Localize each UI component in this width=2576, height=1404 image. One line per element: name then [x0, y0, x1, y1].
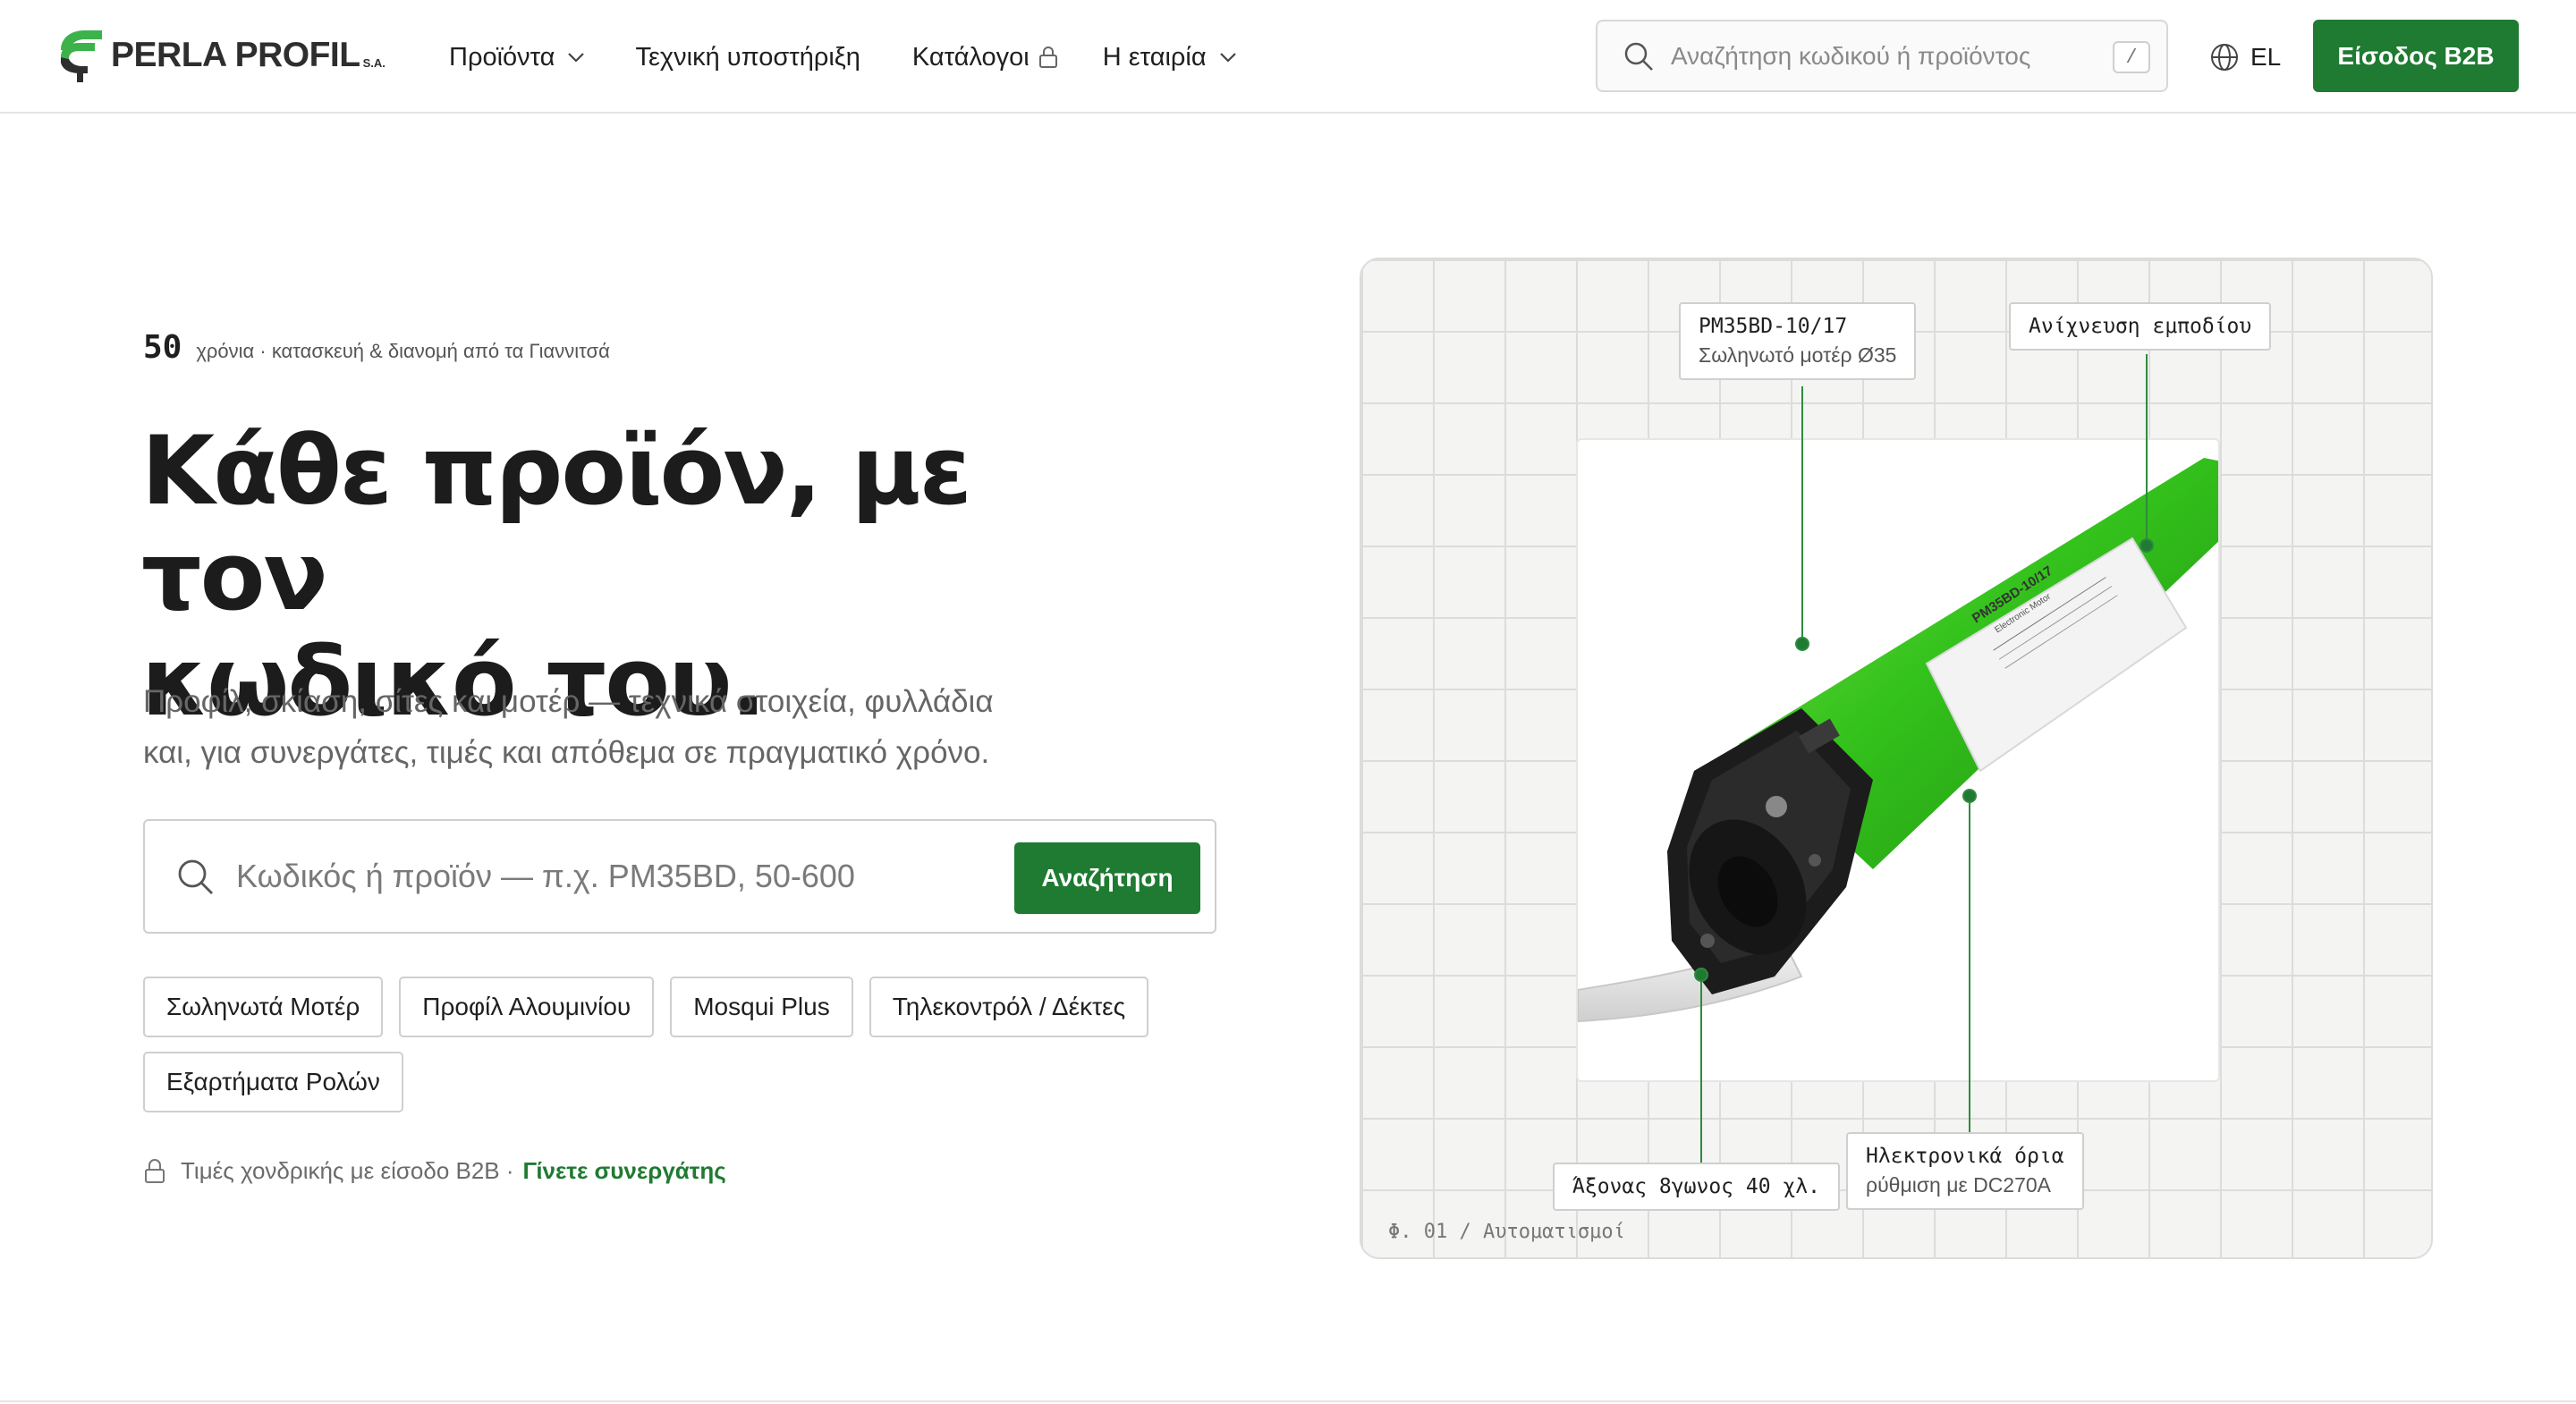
callout-model-title: PM35BD-10/17 [1699, 315, 1848, 338]
b2b-note-text: Τιμές χονδρικής με είσοδο B2B · [181, 1157, 514, 1184]
hero-eyebrow: 50 χρόνια · κατασκευή & διανομή από τα Γ… [143, 329, 610, 366]
main-nav: Προϊόντα Τεχνική υποστήριξη Κατάλογοι Η … [449, 36, 1237, 79]
section-divider [0, 1400, 2576, 1402]
header-search[interactable]: / [1596, 20, 2168, 92]
search-shortcut-key: / [2113, 41, 2150, 73]
globe-icon [2211, 44, 2238, 71]
callout-limits-title: Ηλεκτρονικά όρια [1866, 1145, 2064, 1168]
nav-company-label: Η εταιρία [1102, 42, 1207, 72]
chip-roller-accessories[interactable]: Εξαρτήματα Ρολών [143, 1052, 403, 1112]
category-chips: Σωληνωτά Μοτέρ Προφίλ Αλουμινίου Mosqui … [143, 977, 1234, 1112]
nav-products[interactable]: Προϊόντα [449, 43, 585, 72]
nav-products-label: Προϊόντα [449, 42, 555, 72]
chip-remotes-receivers[interactable]: Τηλεκοντρόλ / Δέκτες [869, 977, 1149, 1037]
hero-subtitle: Προφίλ, σκίαση, σίτες και μοτέρ — τεχνικ… [143, 676, 1091, 778]
chip-aluminium-profiles[interactable]: Προφίλ Αλουμινίου [399, 977, 655, 1037]
lock-icon [1038, 47, 1057, 68]
brand-name: PERLA PROFIL [111, 36, 360, 74]
search-icon [1624, 42, 1653, 71]
site-header: PERLA PROFIL S.A. Προϊόντα Τεχνική υποστ… [0, 0, 2576, 114]
nav-support[interactable]: Τεχνική υποστήριξη [635, 43, 860, 72]
hero-search-button[interactable]: Αναζήτηση [1014, 842, 1200, 914]
hero-subtitle-line-2: και, για συνεργάτες, τιμές και απόθεμα σ… [143, 735, 990, 770]
chip-mosqui-plus[interactable]: Mosqui Plus [670, 977, 853, 1037]
callout-model: PM35BD-10/17 Σωληνωτό μοτέρ Ø35 [1679, 302, 1917, 380]
hero-search-input[interactable] [236, 858, 970, 895]
nav-support-label: Τεχνική υποστήριξη [635, 42, 860, 72]
brand-suffix: S.A. [362, 55, 386, 70]
lock-icon [145, 1158, 165, 1183]
perla-logo-mark-icon [61, 30, 102, 82]
callout-limits-sub: ρύθμιση με DC270A [1866, 1173, 2052, 1197]
years-count: 50 [143, 329, 182, 366]
b2b-note: Τιμές χονδρικής με είσοδο B2B · Γίνετε σ… [143, 1157, 726, 1185]
language-switcher[interactable]: EL [2209, 36, 2281, 79]
callout-model-sub: Σωληνωτό μοτέρ Ø35 [1699, 343, 1897, 367]
brand-logo[interactable]: PERLA PROFIL S.A. [55, 27, 386, 84]
language-code: EL [2250, 43, 2282, 71]
chevron-down-icon [1219, 53, 1236, 63]
nav-catalogs-label: Κατάλογοι [911, 42, 1030, 72]
hero-title-line-1: Κάθε προϊόν, με τον [141, 416, 972, 631]
hero-search-box[interactable]: Αναζήτηση [143, 819, 1216, 934]
header-search-input[interactable] [1671, 41, 2091, 71]
become-partner-link[interactable]: Γίνετε συνεργάτης [523, 1157, 726, 1185]
callout-limits: Ηλεκτρονικά όρια ρύθμιση με DC270A [1846, 1132, 2084, 1210]
eyebrow-text: χρόνια · κατασκευή & διανομή από τα Γιαν… [196, 340, 610, 362]
callout-obstacle: Ανίχνευση εμποδίου [2009, 302, 2272, 351]
chip-tubular-motors[interactable]: Σωληνωτά Μοτέρ [143, 977, 384, 1037]
nav-company[interactable]: Η εταιρία [1103, 43, 1237, 72]
callout-leader-lines [1694, 354, 2154, 1163]
figure-caption: Φ. 01 / Αυτοματισμοί [1388, 1221, 1625, 1243]
nav-catalogs[interactable]: Κατάλογοι [912, 43, 1058, 72]
search-icon [178, 859, 213, 894]
b2b-login-button[interactable]: Είσοδος B2B [2313, 20, 2519, 92]
callout-axis-title: Άξονας 8γωνος 40 χλ. [1572, 1175, 1820, 1198]
callout-axis: Άξονας 8γωνος 40 χλ. [1553, 1163, 1840, 1211]
chevron-down-icon [568, 53, 585, 63]
product-figure: PM35BD-10/17 Electronic Motor PM35BD-10/… [1360, 258, 2433, 1259]
hero-subtitle-line-1: Προφίλ, σκίαση, σίτες και μοτέρ — τεχνικ… [143, 684, 994, 719]
callout-obstacle-title: Ανίχνευση εμποδίου [2029, 315, 2252, 338]
